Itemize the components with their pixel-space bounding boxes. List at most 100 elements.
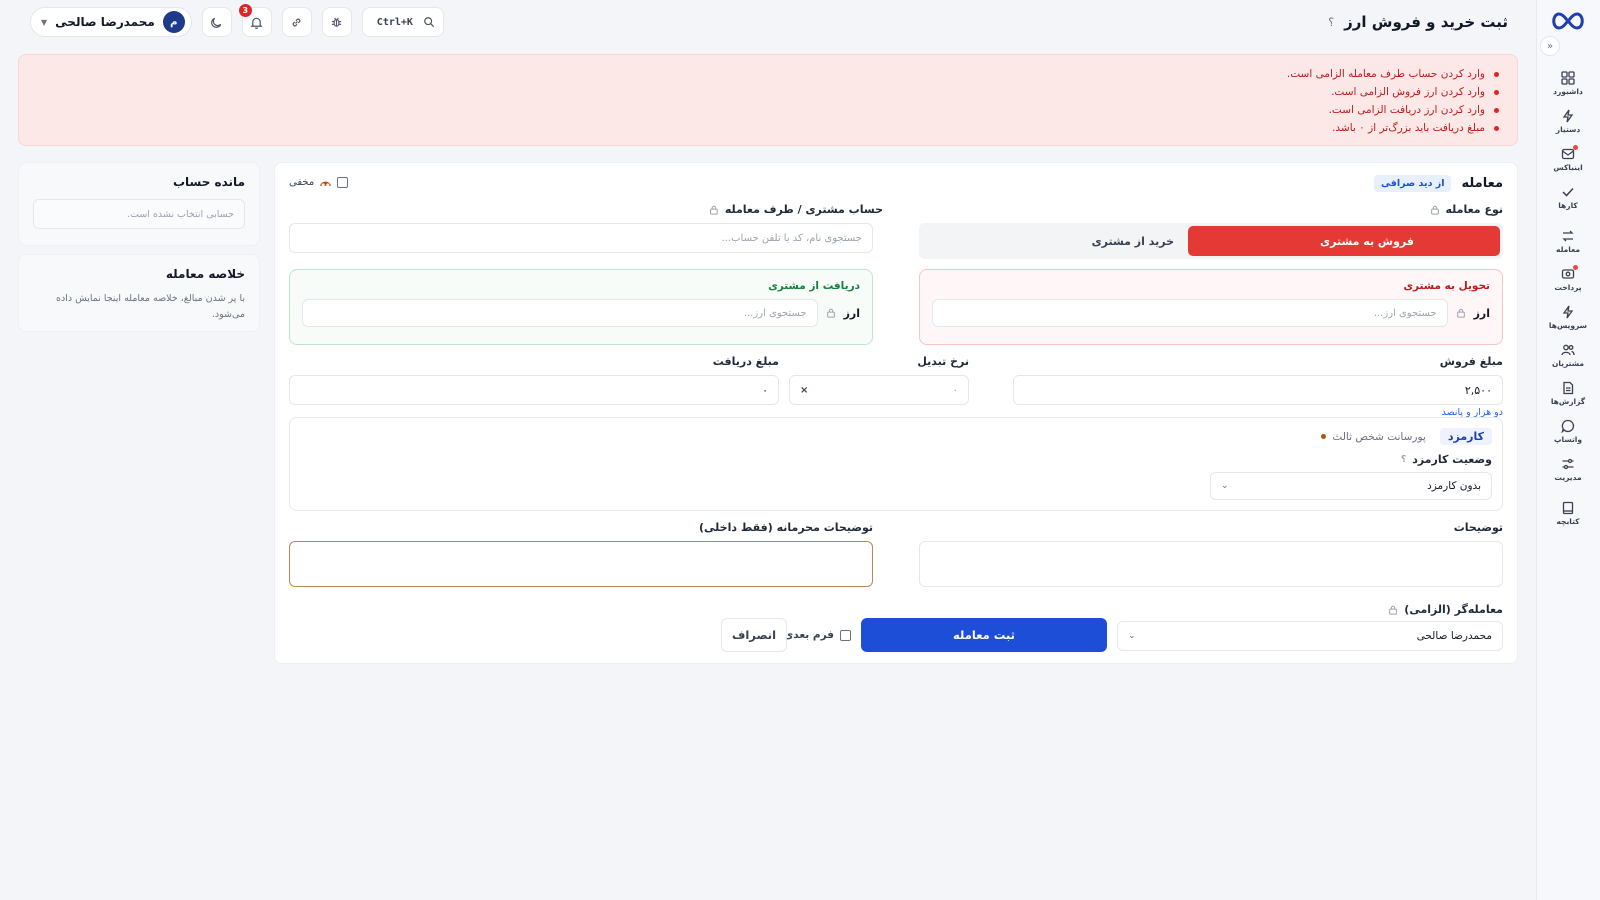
error-item: مبلغ دریافت باید بزرگ‌تر از ۰ باشد. [35, 119, 1501, 137]
next-form-label: فرم بعدی [783, 629, 834, 641]
chevron-down-icon: ▼ [41, 17, 48, 27]
page-title-group: ثبت خرید و فروش ارز ؟ [1328, 13, 1508, 31]
check-icon [1561, 185, 1575, 199]
sidebar-item-management[interactable]: مدیریت [1540, 450, 1596, 488]
rate-label: نرخ تبدیل [917, 355, 969, 368]
fee-status-value: بدون کارمزد [1427, 480, 1481, 492]
exchange-icon [1561, 229, 1575, 243]
page-title: ثبت خرید و فروش ارز [1344, 13, 1508, 31]
receive-amount-label: مبلغ دریافت [712, 355, 779, 368]
fee-chip[interactable]: کارمزد [1439, 428, 1492, 445]
search-icon [423, 16, 435, 28]
top-bar-actions: ▼ محمدرضا صالحی م 3 Ctrl+K [30, 4, 444, 37]
lock-icon [709, 205, 719, 215]
balance-card: مانده حساب حسابی انتخاب نشده است. [18, 162, 260, 246]
currency-label: ارز [1473, 306, 1490, 320]
sidebar-item-handbook[interactable]: کتابچه [1540, 494, 1596, 532]
user-menu[interactable]: ▼ محمدرضا صالحی م [30, 7, 192, 37]
moon-icon [210, 16, 223, 29]
sidebar-item-label: دستیار [1555, 124, 1581, 134]
receive-from-customer-box: دریافت از مشتری ارز جستجوی ارز... [289, 269, 873, 345]
fee-header-row: کارمزد پورسانت شخص ثالث [300, 428, 1492, 445]
sidebar-item-label: گزارش‌ها [1550, 396, 1586, 406]
sidebar-item-label: سرویس‌ها [1548, 320, 1588, 330]
fee-status-select[interactable]: بدون کارمزد ⌄ [1210, 472, 1492, 500]
notes-textarea[interactable] [919, 541, 1503, 587]
sidebar-item-label: مشتریان [1551, 358, 1585, 368]
deliver-title: تحویل به مشتری [1403, 280, 1490, 292]
help-icon[interactable]: ؟ [1328, 16, 1334, 29]
sidebar-item-inbox[interactable]: اینباکس [1540, 140, 1596, 178]
bug-report-button[interactable] [321, 7, 352, 37]
sidebar-item-payment[interactable]: پرداخت [1540, 260, 1596, 298]
private-notes-label: توضیحات محرمانه (فقط داخلی) [699, 521, 873, 534]
inbox-unread-dot [1573, 145, 1578, 150]
shortcut-hint: Ctrl+K [376, 16, 413, 28]
payment-alert-dot [1573, 265, 1578, 270]
deliver-to-customer-box: تحویل به مشتری ارز جستجوی ارز... [919, 269, 1503, 345]
sidebar-item-label: کتابچه [1556, 516, 1580, 526]
sidebar-item-assistant[interactable]: دستیار [1540, 102, 1596, 140]
balance-title: مانده حساب [172, 175, 245, 189]
lock-icon [1388, 605, 1398, 615]
sidebar-item-trade[interactable]: معامله [1540, 222, 1596, 260]
summary-text: با پر شدن مبالغ، خلاصه معامله اینجا نمای… [55, 293, 245, 320]
sidebar-item-dashboard[interactable]: داشبورد [1540, 64, 1596, 102]
chat-icon [1561, 419, 1575, 433]
deliver-currency-row: ارز جستجوی ارز... [932, 299, 1490, 327]
rate-input[interactable]: ۰ × [789, 375, 969, 405]
dealer-label: معامله‌گر (الزامی) [1388, 603, 1503, 616]
balance-empty: حسابی انتخاب نشده است. [33, 199, 245, 229]
brand-logo-icon[interactable] [1550, 10, 1586, 32]
receive-currency-input[interactable]: جستجوی ارز... [302, 299, 818, 327]
sidebar-nav: داشبورد دستیار اینباکس کارها معامله پردا… [1536, 64, 1600, 532]
hidden-toggle[interactable]: مخفی [289, 177, 349, 188]
sidebar-collapse-button[interactable]: » [1540, 36, 1560, 56]
submit-trade-button[interactable]: ثبت معامله [861, 618, 1107, 652]
sell-to-customer-option[interactable]: فروش به مشتری [1188, 226, 1500, 256]
sidebar-item-services[interactable]: سرویس‌ها [1540, 298, 1596, 336]
bell-icon [250, 16, 263, 29]
cancel-button[interactable]: انصراف [721, 618, 787, 652]
command-search-button[interactable]: Ctrl+K [361, 7, 444, 37]
sidebar-item-reports[interactable]: گزارش‌ها [1540, 374, 1596, 412]
dealer-select[interactable]: محمدرضا صالحی ⌄ [1117, 621, 1503, 651]
summary-title: خلاصه معامله [165, 267, 245, 281]
deliver-currency-input[interactable]: جستجوی ارز... [932, 299, 1448, 327]
sidebar-item-whatsapp[interactable]: واتساپ [1540, 412, 1596, 450]
private-notes-textarea[interactable] [289, 541, 873, 587]
sidebar-item-label: کارها [1558, 200, 1578, 210]
users-icon [1561, 343, 1575, 357]
report-icon [1561, 381, 1575, 395]
sidebar: » داشبورد دستیار اینباکس کارها معامله پر… [1536, 0, 1600, 900]
theme-toggle-button[interactable] [201, 7, 232, 37]
bolt-icon [1561, 109, 1575, 123]
hidden-label: مخفی [289, 177, 315, 188]
hidden-checkbox[interactable] [337, 177, 349, 188]
sidebar-item-tasks[interactable]: کارها [1540, 178, 1596, 216]
sidebar-item-label: واتساپ [1553, 434, 1583, 444]
buy-from-customer-option[interactable]: خرید از مشتری [922, 226, 1188, 256]
fee-status-label-text: وضعیت کارمزد [1412, 453, 1492, 466]
notifications-button[interactable]: 3 [238, 4, 272, 37]
rate-placeholder: ۰ [952, 384, 958, 396]
fee-note-dot [1321, 434, 1327, 439]
account-label: حساب مشتری / طرف معامله [709, 203, 883, 216]
sidebar-item-customers[interactable]: مشتریان [1540, 336, 1596, 374]
help-icon[interactable]: ؟ [1401, 455, 1406, 465]
currency-label: ارز [843, 306, 860, 320]
receive-amount-input[interactable]: ۰ [289, 375, 779, 405]
top-bar: ▼ محمدرضا صالحی م 3 Ctrl+K ثبت خرید و فر… [0, 0, 1536, 44]
link-icon [290, 16, 303, 29]
form-header: معامله از دید صرافی [1374, 175, 1503, 192]
sell-amount-input[interactable]: ۲,۵۰۰ [1013, 375, 1503, 405]
sidebar-item-label: معامله [1556, 244, 1580, 254]
trade-type-toggle: فروش به مشتری خرید از مشتری [919, 223, 1503, 259]
sidebar-item-label: مدیریت [1554, 472, 1582, 482]
next-form-toggle[interactable]: فرم بعدی [784, 629, 851, 641]
next-form-checkbox[interactable] [840, 629, 851, 641]
quick-link-button[interactable] [281, 7, 312, 37]
account-search-input[interactable]: جستجوی نام، کد یا تلفن حساب... [289, 223, 873, 253]
book-icon [1561, 501, 1575, 515]
fee-note: پورسانت شخص ثالث [1321, 431, 1426, 443]
